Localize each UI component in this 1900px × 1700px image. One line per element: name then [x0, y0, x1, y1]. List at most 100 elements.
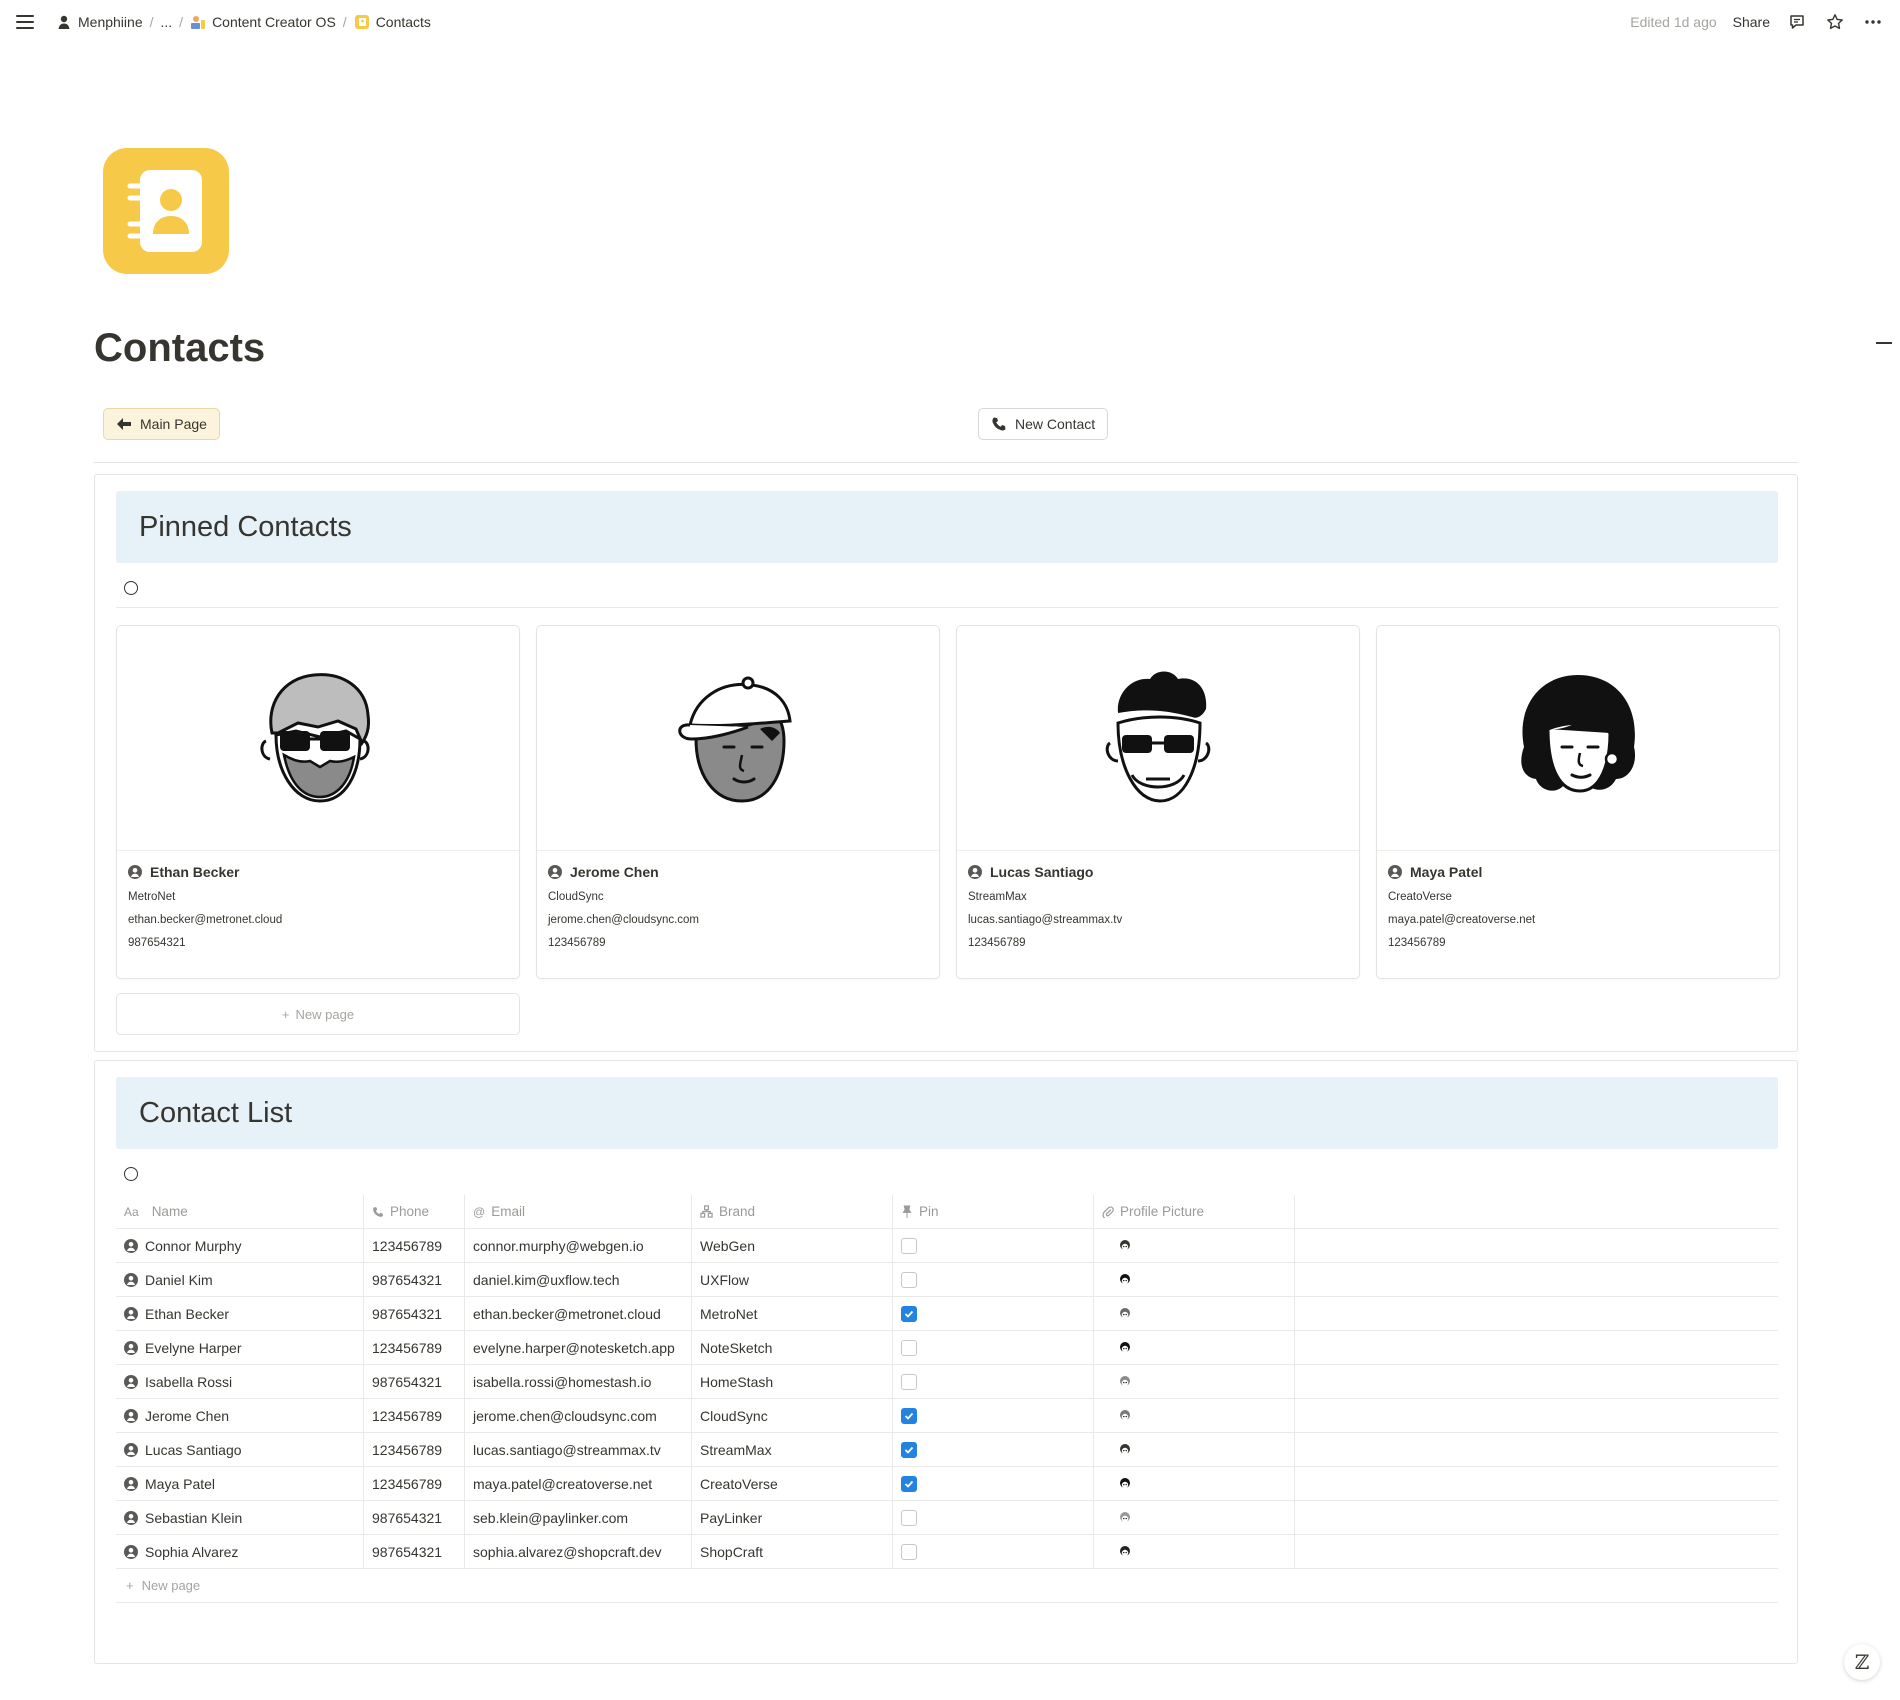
- new-page-button[interactable]: + New page: [116, 1569, 1778, 1603]
- cell-name[interactable]: Evelyne Harper: [116, 1331, 364, 1364]
- cell-profile-picture[interactable]: [1094, 1229, 1295, 1262]
- card-phone[interactable]: 123456789: [548, 937, 928, 949]
- breadcrumb-workspace[interactable]: Menphiine: [56, 14, 143, 30]
- cell-profile-picture[interactable]: [1094, 1467, 1295, 1500]
- cell-phone[interactable]: 987654321: [364, 1263, 465, 1296]
- cell-phone[interactable]: 123456789: [364, 1399, 465, 1432]
- new-page-button[interactable]: + New page: [116, 993, 520, 1035]
- cell-name[interactable]: Lucas Santiago: [116, 1433, 364, 1466]
- table-row[interactable]: Daniel Kim 987654321 daniel.kim@uxflow.tec…: [116, 1263, 1778, 1297]
- cell-email[interactable]: jerome.chen@cloudsync.com: [465, 1399, 692, 1432]
- cell-email[interactable]: isabella.rossi@homestash.io: [465, 1365, 692, 1398]
- table-row[interactable]: Sebastian Klein 987654321 seb.klein@paylin…: [116, 1501, 1778, 1535]
- pin-checkbox[interactable]: [901, 1441, 917, 1458]
- cell-brand[interactable]: ShopCraft: [692, 1535, 893, 1568]
- cell-phone[interactable]: 987654321: [364, 1297, 465, 1330]
- pin-checkbox[interactable]: [901, 1509, 917, 1526]
- share-button[interactable]: Share: [1733, 14, 1770, 30]
- cell-name[interactable]: Maya Patel: [116, 1467, 364, 1500]
- cell-profile-picture[interactable]: [1094, 1501, 1295, 1534]
- cell-email[interactable]: seb.klein@paylinker.com: [465, 1501, 692, 1534]
- breadcrumb-ellipsis[interactable]: ...: [161, 14, 173, 30]
- cell-brand[interactable]: WebGen: [692, 1229, 893, 1262]
- pin-checkbox[interactable]: [901, 1543, 917, 1560]
- cell-email[interactable]: lucas.santiago@streammax.tv: [465, 1433, 692, 1466]
- pin-checkbox[interactable]: [901, 1373, 917, 1390]
- cell-email[interactable]: evelyne.harper@notesketch.app: [465, 1331, 692, 1364]
- cell-brand[interactable]: UXFlow: [692, 1263, 893, 1296]
- cell-brand[interactable]: PayLinker: [692, 1501, 893, 1534]
- cell-profile-picture[interactable]: [1094, 1399, 1295, 1432]
- table-row[interactable]: Evelyne Harper 123456789 evelyne.harper@no…: [116, 1331, 1778, 1365]
- column-header-phone[interactable]: Phone: [364, 1195, 465, 1228]
- page-icon[interactable]: [103, 148, 229, 274]
- cell-email[interactable]: ethan.becker@metronet.cloud: [465, 1297, 692, 1330]
- column-header-picture[interactable]: Profile Picture: [1094, 1195, 1295, 1228]
- pin-checkbox[interactable]: [901, 1339, 917, 1356]
- card-email[interactable]: maya.patel@creatoverse.net: [1388, 914, 1768, 926]
- gallery-view-tab[interactable]: [124, 581, 138, 595]
- contact-card[interactable]: Lucas Santiago StreamMax lucas.santiago@…: [956, 625, 1360, 979]
- cell-profile-picture[interactable]: [1094, 1433, 1295, 1466]
- cell-name[interactable]: Sophia Alvarez: [116, 1535, 364, 1568]
- cell-name[interactable]: Jerome Chen: [116, 1399, 364, 1432]
- cell-email[interactable]: connor.murphy@webgen.io: [465, 1229, 692, 1262]
- table-view-tab[interactable]: [124, 1167, 138, 1181]
- cell-name[interactable]: Connor Murphy: [116, 1229, 364, 1262]
- card-phone[interactable]: 987654321: [128, 937, 508, 949]
- cell-phone[interactable]: 123456789: [364, 1433, 465, 1466]
- column-header-email[interactable]: @ Email: [465, 1195, 692, 1228]
- main-page-button[interactable]: Main Page: [103, 408, 220, 440]
- pin-checkbox[interactable]: [901, 1305, 917, 1322]
- column-header-name[interactable]: Aa Name: [116, 1195, 364, 1228]
- comment-icon[interactable]: [1786, 11, 1808, 33]
- ellipsis-icon[interactable]: [1862, 11, 1884, 33]
- cell-name[interactable]: Sebastian Klein: [116, 1501, 364, 1534]
- table-row[interactable]: Sophia Alvarez 987654321 sophia.alvarez@sh…: [116, 1535, 1778, 1569]
- notion-ai-icon[interactable]: ℤ: [1844, 1644, 1880, 1680]
- card-phone[interactable]: 123456789: [1388, 937, 1768, 949]
- breadcrumb-current[interactable]: Contacts: [354, 14, 431, 30]
- cell-profile-picture[interactable]: [1094, 1535, 1295, 1568]
- pin-checkbox[interactable]: [901, 1475, 917, 1492]
- table-row[interactable]: Isabella Rossi 987654321 isabella.rossi@ho…: [116, 1365, 1778, 1399]
- cell-email[interactable]: sophia.alvarez@shopcraft.dev: [465, 1535, 692, 1568]
- pin-checkbox[interactable]: [901, 1237, 917, 1254]
- cell-name[interactable]: Daniel Kim: [116, 1263, 364, 1296]
- cell-phone[interactable]: 987654321: [364, 1501, 465, 1534]
- table-row[interactable]: Lucas Santiago 123456789 lucas.santiago@st…: [116, 1433, 1778, 1467]
- contact-card[interactable]: Maya Patel CreatoVerse maya.patel@creato…: [1376, 625, 1780, 979]
- table-row[interactable]: Jerome Chen 123456789 jerome.chen@cloudsyn…: [116, 1399, 1778, 1433]
- menu-icon[interactable]: [16, 15, 34, 29]
- cell-email[interactable]: maya.patel@creatoverse.net: [465, 1467, 692, 1500]
- cell-phone[interactable]: 987654321: [364, 1365, 465, 1398]
- pin-checkbox[interactable]: [901, 1271, 917, 1288]
- cell-profile-picture[interactable]: [1094, 1365, 1295, 1398]
- pin-checkbox[interactable]: [901, 1407, 917, 1424]
- cell-brand[interactable]: StreamMax: [692, 1433, 893, 1466]
- cell-profile-picture[interactable]: [1094, 1331, 1295, 1364]
- cell-phone[interactable]: 123456789: [364, 1467, 465, 1500]
- card-email[interactable]: jerome.chen@cloudsync.com: [548, 914, 928, 926]
- cell-name[interactable]: Isabella Rossi: [116, 1365, 364, 1398]
- cell-brand[interactable]: CreatoVerse: [692, 1467, 893, 1500]
- cell-brand[interactable]: MetroNet: [692, 1297, 893, 1330]
- table-row[interactable]: Maya Patel 123456789 maya.patel@creatovers…: [116, 1467, 1778, 1501]
- card-email[interactable]: ethan.becker@metronet.cloud: [128, 914, 508, 926]
- outline-toggle[interactable]: [1876, 342, 1892, 344]
- breadcrumb-parent[interactable]: Content Creator OS: [190, 14, 336, 30]
- new-contact-button[interactable]: New Contact: [978, 408, 1109, 440]
- cell-phone[interactable]: 123456789: [364, 1229, 465, 1262]
- cell-phone[interactable]: 987654321: [364, 1535, 465, 1568]
- table-row[interactable]: Ethan Becker 987654321 ethan.becker@metron…: [116, 1297, 1778, 1331]
- column-header-pin[interactable]: Pin: [893, 1195, 1094, 1228]
- cell-name[interactable]: Ethan Becker: [116, 1297, 364, 1330]
- table-row[interactable]: Connor Murphy 123456789 connor.murphy@webg…: [116, 1229, 1778, 1263]
- cell-phone[interactable]: 123456789: [364, 1331, 465, 1364]
- cell-profile-picture[interactable]: [1094, 1297, 1295, 1330]
- cell-brand[interactable]: NoteSketch: [692, 1331, 893, 1364]
- contact-card[interactable]: Jerome Chen CloudSync jerome.chen@clouds…: [536, 625, 940, 979]
- cell-brand[interactable]: CloudSync: [692, 1399, 893, 1432]
- card-email[interactable]: lucas.santiago@streammax.tv: [968, 914, 1348, 926]
- column-header-brand[interactable]: Brand: [692, 1195, 893, 1228]
